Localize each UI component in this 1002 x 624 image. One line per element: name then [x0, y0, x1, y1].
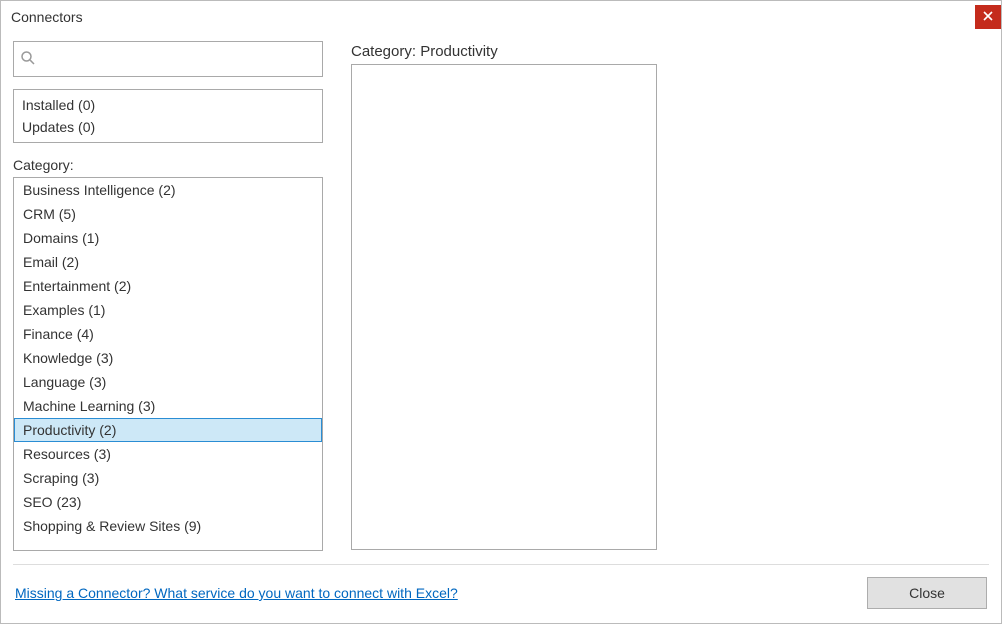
detail-box — [351, 64, 657, 550]
updates-item[interactable]: Updates (0) — [14, 116, 322, 138]
category-item[interactable]: Examples (1) — [14, 298, 322, 322]
category-item[interactable]: Shopping & Review Sites (9) — [14, 514, 322, 538]
missing-connector-link[interactable]: Missing a Connector? What service do you… — [15, 585, 458, 601]
right-column: Category: Productivity — [351, 41, 989, 564]
category-item[interactable]: Finance (4) — [14, 322, 322, 346]
installed-item[interactable]: Installed (0) — [14, 94, 322, 116]
content: Installed (0) Updates (0) Category: Busi… — [1, 29, 1001, 564]
titlebar: Connectors — [1, 1, 1001, 29]
window-title: Connectors — [11, 9, 83, 25]
category-list[interactable]: Business Intelligence (2)CRM (5)Domains … — [13, 177, 323, 551]
category-item[interactable]: Business Intelligence (2) — [14, 178, 322, 202]
category-item[interactable]: Resources (3) — [14, 442, 322, 466]
category-item[interactable]: Language (3) — [14, 370, 322, 394]
category-item[interactable]: Email (2) — [14, 250, 322, 274]
footer: Missing a Connector? What service do you… — [1, 565, 1001, 623]
status-box: Installed (0) Updates (0) — [13, 89, 323, 143]
category-item[interactable]: Knowledge (3) — [14, 346, 322, 370]
close-icon — [983, 10, 993, 24]
category-item[interactable]: Entertainment (2) — [14, 274, 322, 298]
search-input[interactable] — [40, 50, 316, 68]
category-item[interactable]: Machine Learning (3) — [14, 394, 322, 418]
category-item[interactable]: CRM (5) — [14, 202, 322, 226]
search-box[interactable] — [13, 41, 323, 77]
footer-separator — [13, 564, 989, 565]
category-item[interactable]: Productivity (2) — [14, 418, 322, 442]
detail-header: Category: Productivity — [351, 43, 989, 60]
window-close-button[interactable] — [975, 5, 1001, 29]
category-item[interactable]: Domains (1) — [14, 226, 322, 250]
category-item[interactable]: Scraping (3) — [14, 466, 322, 490]
left-column: Installed (0) Updates (0) Category: Busi… — [13, 41, 323, 564]
close-button[interactable]: Close — [867, 577, 987, 609]
category-item[interactable]: SEO (23) — [14, 490, 322, 514]
search-icon — [20, 50, 36, 69]
category-section-label: Category: — [13, 157, 323, 173]
